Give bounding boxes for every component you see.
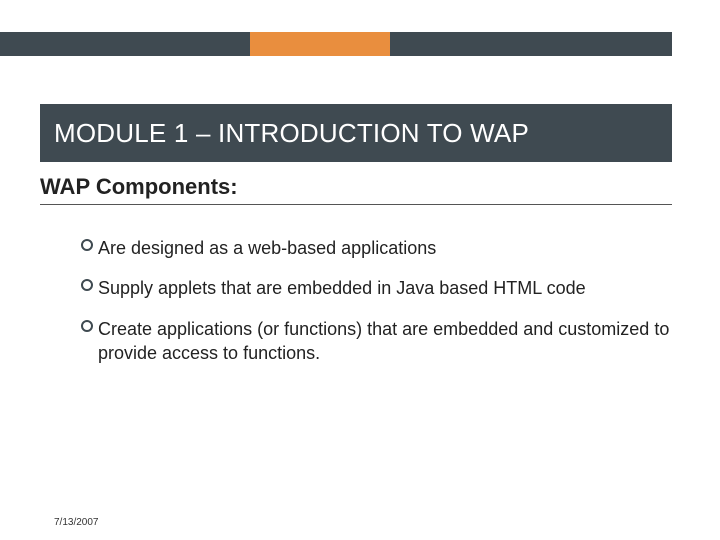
slide-title: MODULE 1 – INTRODUCTION TO WAP: [54, 118, 529, 149]
title-bar: MODULE 1 – INTRODUCTION TO WAP: [40, 104, 672, 162]
top-accent-left: [0, 32, 250, 56]
top-accent-orange: [250, 32, 390, 56]
top-accent-right: [390, 32, 672, 56]
bullet-circle-icon: [80, 319, 98, 333]
footer-date: 7/13/2007: [54, 517, 99, 528]
list-item: Create applications (or functions) that …: [80, 317, 672, 366]
list-item-text: Create applications (or functions) that …: [98, 317, 672, 366]
list-item-text: Are designed as a web-based applications: [98, 236, 672, 260]
list-item: Supply applets that are embedded in Java…: [80, 276, 672, 300]
bullet-circle-icon: [80, 238, 98, 252]
bullet-list: Are designed as a web-based applications…: [80, 236, 672, 381]
list-item-text: Supply applets that are embedded in Java…: [98, 276, 672, 300]
slide-subtitle: WAP Components:: [40, 174, 672, 205]
bullet-circle-icon: [80, 278, 98, 292]
list-item: Are designed as a web-based applications: [80, 236, 672, 260]
slide: MODULE 1 – INTRODUCTION TO WAP WAP Compo…: [0, 0, 720, 540]
